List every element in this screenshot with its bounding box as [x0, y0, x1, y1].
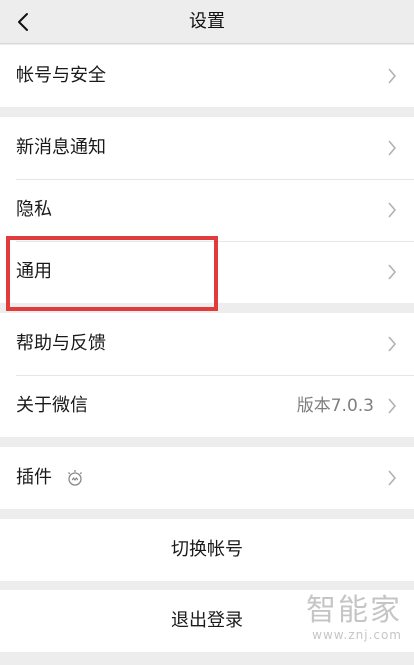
chevron-right-icon	[387, 336, 397, 352]
switch-account-label: 切换帐号	[171, 539, 243, 560]
chevron-right-icon	[387, 68, 397, 84]
watermark: 智能家 www.znj.com	[306, 593, 402, 643]
chevron-right-icon	[387, 398, 397, 414]
switch-account-group: 切换帐号	[0, 519, 414, 581]
settings-group: 新消息通知 隐私 通用	[0, 117, 414, 303]
help-feedback-label: 帮助与反馈	[16, 333, 106, 354]
switch-account-button[interactable]: 切换帐号	[0, 519, 414, 581]
account-group: 帐号与安全	[0, 45, 414, 107]
plugins-item[interactable]: 插件	[0, 447, 414, 509]
navigation-bar: 设置	[0, 0, 414, 44]
about-wechat-label: 关于微信	[16, 395, 88, 416]
account-security-item[interactable]: 帐号与安全	[0, 45, 414, 107]
chevron-right-icon	[387, 470, 397, 486]
lightbulb-icon	[66, 469, 84, 487]
help-feedback-item[interactable]: 帮助与反馈	[0, 313, 414, 375]
plugins-group: 插件	[0, 447, 414, 509]
plugins-label: 插件	[16, 467, 52, 488]
version-value: 版本7.0.3	[296, 396, 374, 416]
privacy-label: 隐私	[16, 199, 52, 220]
account-security-label: 帐号与安全	[16, 65, 106, 86]
help-about-group: 帮助与反馈 关于微信 版本7.0.3	[0, 313, 414, 437]
general-label: 通用	[16, 261, 52, 282]
new-message-notification-item[interactable]: 新消息通知	[0, 117, 414, 179]
watermark-brand: 智能家	[306, 593, 402, 628]
page-title: 设置	[189, 11, 225, 32]
new-message-notification-label: 新消息通知	[16, 137, 106, 158]
chevron-right-icon	[387, 264, 397, 280]
about-wechat-item[interactable]: 关于微信 版本7.0.3	[0, 375, 414, 437]
chevron-right-icon	[387, 140, 397, 156]
privacy-item[interactable]: 隐私	[0, 179, 414, 241]
chevron-right-icon	[387, 202, 397, 218]
general-item[interactable]: 通用	[0, 241, 414, 303]
watermark-url: www.znj.com	[312, 628, 402, 642]
